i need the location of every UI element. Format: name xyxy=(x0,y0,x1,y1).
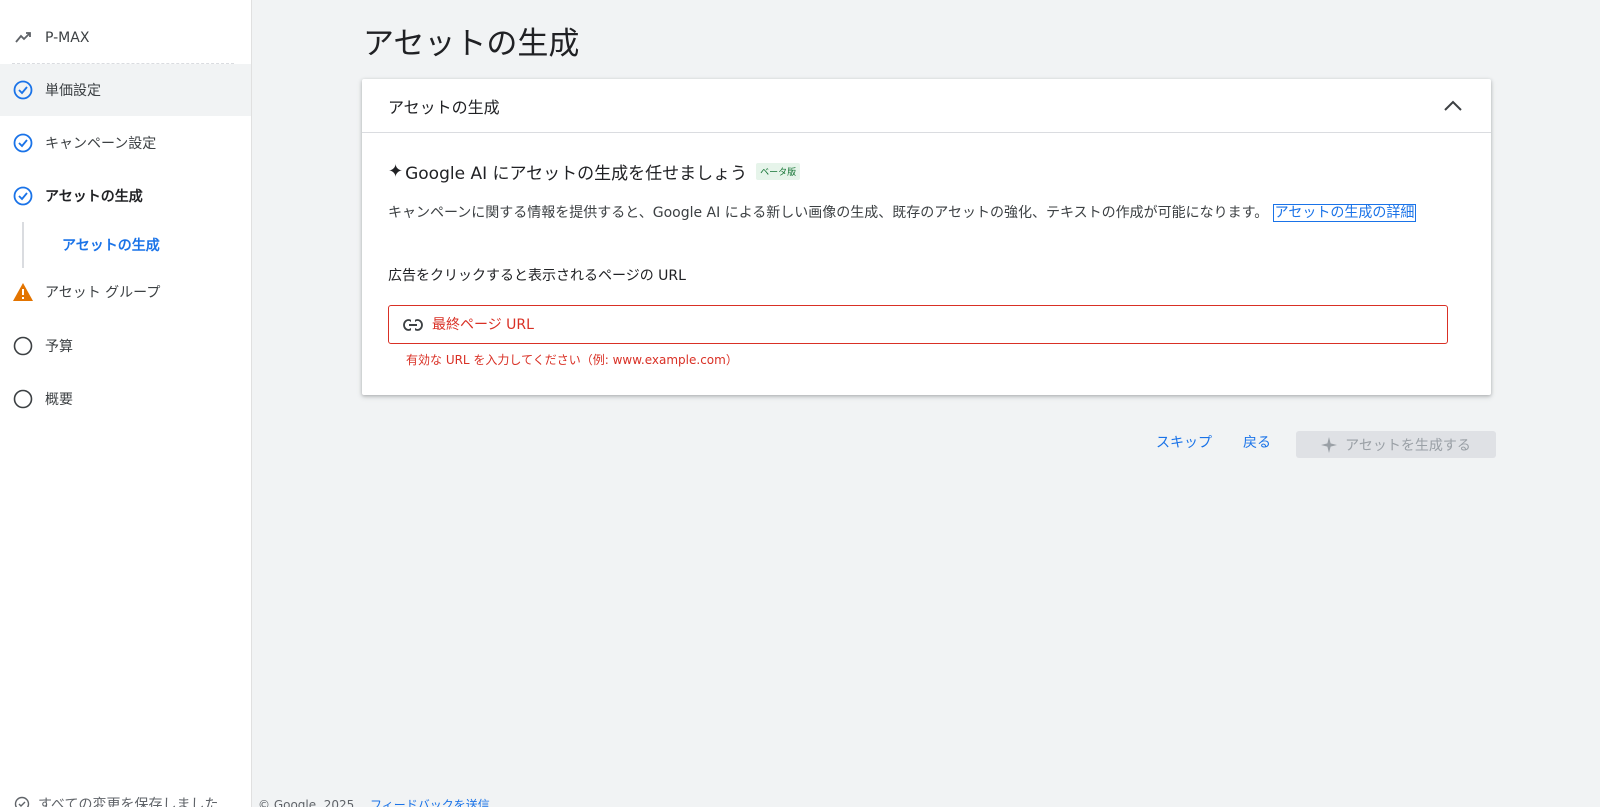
sidebar-item-summary[interactable]: 概要 xyxy=(0,373,251,425)
final-url-input[interactable] xyxy=(432,309,1447,340)
page-title: アセットの生成 xyxy=(363,26,580,62)
ai-heading: ✦ Google AI にアセットの生成を任せましょう ベータ版 xyxy=(388,159,801,184)
generate-assets-label: アセットを生成する xyxy=(1345,437,1471,454)
url-error-message: 有効な URL を入力してください（例: www.example.com） xyxy=(406,353,738,367)
copyright-text: © Google, 2025. xyxy=(258,798,359,807)
generate-assets-button[interactable]: アセットを生成する xyxy=(1296,431,1496,458)
sidebar: P-MAX 単価設定 キャンペーン設定 アセットの生成 アセットの生成 アセット… xyxy=(0,0,252,807)
save-status-text: すべての変更を保存しました xyxy=(38,797,219,807)
url-label: 広告をクリックすると表示されるページの URL xyxy=(388,268,686,284)
beta-badge: ベータ版 xyxy=(756,163,801,180)
check-circle-icon xyxy=(12,79,34,101)
sidebar-header[interactable]: P-MAX xyxy=(12,20,234,64)
sparkle-icon: ✦ xyxy=(388,161,404,182)
sidebar-item-label: 予算 xyxy=(45,339,73,355)
card-header[interactable]: アセットの生成 xyxy=(362,79,1491,133)
sidebar-header-label: P-MAX xyxy=(45,29,90,46)
sidebar-item-campaign-settings[interactable]: キャンペーン設定 xyxy=(0,117,251,169)
sidebar-subitem-asset-generation[interactable]: アセットの生成 xyxy=(22,222,251,268)
sidebar-item-label: アセットの生成 xyxy=(45,189,143,205)
learn-more-link[interactable]: アセットの生成の詳細 xyxy=(1272,204,1417,222)
chevron-up-icon[interactable] xyxy=(1441,94,1465,118)
link-icon xyxy=(403,315,423,335)
cloud-check-icon xyxy=(14,796,30,807)
trending-icon xyxy=(12,27,34,49)
final-url-field[interactable] xyxy=(388,305,1448,344)
check-circle-icon xyxy=(12,185,34,207)
sidebar-item-budget[interactable]: 予算 xyxy=(0,320,251,372)
save-status: すべての変更を保存しました xyxy=(14,794,218,807)
description: キャンペーンに関する情報を提供すると、Google AI による新しい画像の生成… xyxy=(388,202,1458,224)
sidebar-item-label: アセット グループ xyxy=(45,285,161,301)
back-button[interactable]: 戻る xyxy=(1243,432,1271,452)
sidebar-item-bidding[interactable]: 単価設定 xyxy=(0,64,251,116)
empty-circle-icon xyxy=(12,388,34,410)
skip-button[interactable]: スキップ xyxy=(1156,432,1212,452)
check-circle-icon xyxy=(12,132,34,154)
page-footer: © Google, 2025. フィードバックを送信 xyxy=(258,796,490,807)
description-text: キャンペーンに関する情報を提供すると、Google AI による新しい画像の生成… xyxy=(388,205,1269,221)
sidebar-item-label: キャンペーン設定 xyxy=(45,136,157,152)
card-title: アセットの生成 xyxy=(388,97,500,117)
sidebar-item-label: 概要 xyxy=(45,392,73,408)
warning-icon xyxy=(12,281,34,303)
feedback-link[interactable]: フィードバックを送信 xyxy=(370,798,490,807)
sidebar-item-asset-group[interactable]: アセット グループ xyxy=(0,266,251,318)
sparkle-icon xyxy=(1321,436,1338,453)
sidebar-item-asset-generation[interactable]: アセットの生成 xyxy=(0,170,251,222)
sidebar-item-label: 単価設定 xyxy=(45,83,101,99)
ai-heading-text: Google AI にアセットの生成を任せましょう xyxy=(405,164,748,184)
empty-circle-icon xyxy=(12,335,34,357)
asset-generation-card: アセットの生成 ✦ Google AI にアセットの生成を任せましょう ベータ版… xyxy=(362,79,1491,395)
